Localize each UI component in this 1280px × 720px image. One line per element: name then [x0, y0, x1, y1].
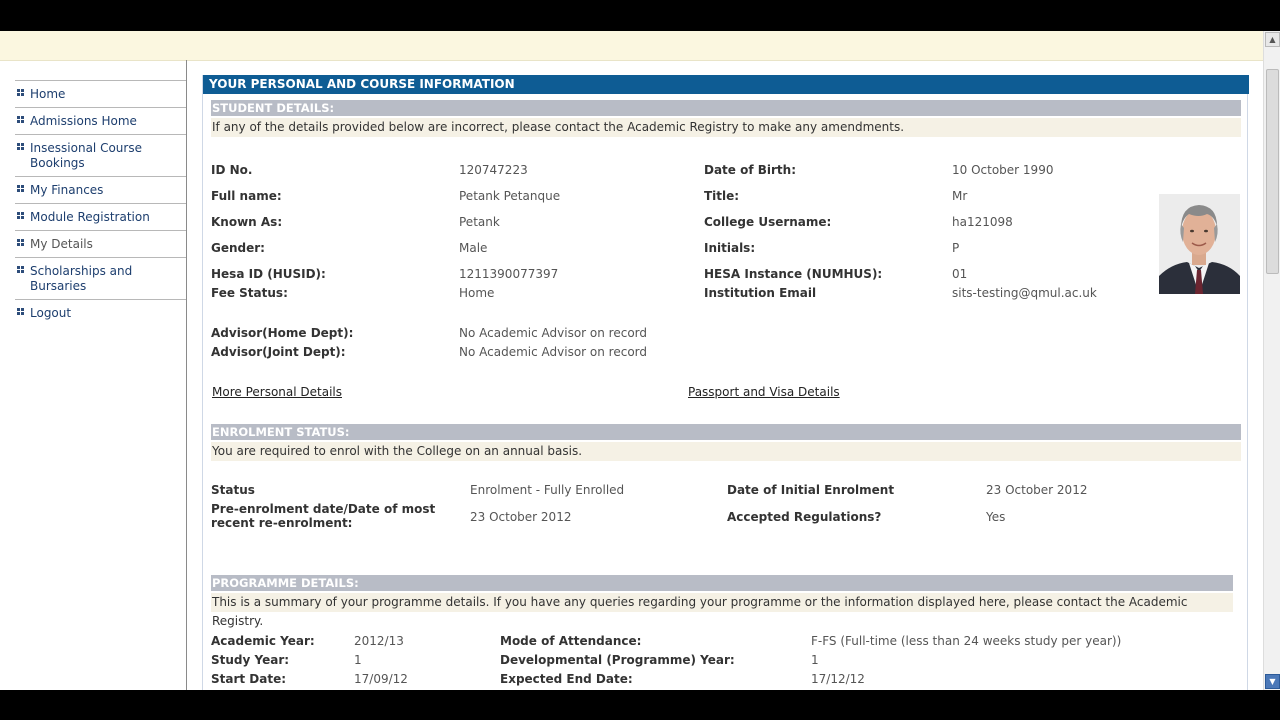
title-label: Title: — [704, 189, 740, 203]
accepted-regulations-label: Accepted Regulations? — [727, 510, 882, 524]
college-username-label: College Username: — [704, 215, 832, 229]
id-no-label: ID No. — [211, 163, 253, 177]
institution-email-value: sits-testing@qmul.ac.uk — [952, 286, 1097, 300]
enrolment-status-heading: ENROLMENT STATUS: — [211, 424, 1241, 440]
sidebar-item-insessional-course-bookings[interactable]: Insessional Course Bookings — [15, 134, 186, 176]
sidebar-link-home[interactable]: Home — [30, 87, 65, 101]
dob-label: Date of Birth: — [704, 163, 797, 177]
student-details-note: If any of the details provided below are… — [211, 118, 1241, 137]
status-value: Enrolment - Fully Enrolled — [470, 483, 625, 497]
initials-value: P — [952, 241, 960, 255]
pre-enrolment-label: Pre-enrolment date/Date of most recent r… — [211, 502, 436, 530]
grid-bullet-icon — [17, 143, 25, 151]
title-value: Mr — [952, 189, 968, 203]
study-year-value: 1 — [354, 653, 362, 667]
page-title: YOUR PERSONAL AND COURSE INFORMATION — [203, 75, 1249, 94]
passport-visa-details-link[interactable]: Passport and Visa Details — [688, 385, 840, 399]
accepted-regulations-value: Yes — [986, 510, 1006, 524]
fee-status-label: Fee Status: — [211, 286, 288, 300]
sidebar-link-my-finances[interactable]: My Finances — [30, 183, 103, 197]
advisor-joint-value: No Academic Advisor on record — [459, 345, 648, 359]
vertical-scrollbar[interactable]: ▲ ▼ — [1263, 31, 1280, 690]
college-username-value: ha121098 — [952, 215, 1013, 229]
scrollbar-thumb[interactable] — [1266, 69, 1279, 274]
start-date-value: 17/09/12 — [354, 672, 408, 686]
id-no-value: 120747223 — [459, 163, 528, 177]
gender-value: Male — [459, 241, 488, 255]
sidebar-item-home[interactable]: Home — [15, 80, 186, 107]
student-details-heading: STUDENT DETAILS: — [211, 100, 1241, 116]
initial-enrolment-value: 23 October 2012 — [986, 483, 1088, 497]
grid-bullet-icon — [17, 239, 25, 247]
grid-bullet-icon — [17, 308, 25, 316]
gender-label: Gender: — [211, 241, 265, 255]
pre-enrolment-value: 23 October 2012 — [470, 510, 572, 524]
sidebar-item-logout[interactable]: Logout — [15, 299, 186, 326]
initial-enrolment-label: Date of Initial Enrolment — [727, 483, 895, 497]
grid-bullet-icon — [17, 116, 25, 124]
husid-label: Hesa ID (HUSID): — [211, 267, 326, 281]
sidebar-link-admissions-home[interactable]: Admissions Home — [30, 114, 137, 128]
husid-value: 1211390077397 — [459, 267, 559, 281]
status-label: Status — [211, 483, 255, 497]
arrow-up-icon[interactable]: ▲ — [1265, 32, 1280, 47]
academic-year-value: 2012/13 — [354, 634, 404, 648]
advisor-joint-label: Advisor(Joint Dept): — [211, 345, 346, 359]
dob-value: 10 October 1990 — [952, 163, 1054, 177]
sidebar-link-logout[interactable]: Logout — [30, 306, 71, 320]
sidebar-link-insessional-course-bookings[interactable]: Insessional Course Bookings — [30, 141, 142, 170]
grid-bullet-icon — [17, 212, 25, 220]
top-banner — [0, 31, 1263, 61]
sidebar-item-my-details[interactable]: My Details — [15, 230, 186, 257]
start-date-label: Start Date: — [211, 672, 287, 686]
advisor-home-value: No Academic Advisor on record — [459, 326, 648, 340]
advisor-home-label: Advisor(Home Dept): — [211, 326, 354, 340]
arrow-down-icon[interactable]: ▼ — [1265, 674, 1280, 689]
full-name-label: Full name: — [211, 189, 282, 203]
sidebar-link-module-registration[interactable]: Module Registration — [30, 210, 150, 224]
grid-bullet-icon — [17, 89, 25, 97]
sidebar-item-scholarships-and-bursaries[interactable]: Scholarships and Bursaries — [15, 257, 186, 299]
developmental-year-value: 1 — [811, 653, 819, 667]
hesa-instance-value: 01 — [952, 267, 968, 281]
expected-end-date-label: Expected End Date: — [500, 672, 633, 686]
sidebar-nav: Home Admissions Home Insessional Course … — [15, 80, 186, 326]
fee-status-value: Home — [459, 286, 495, 300]
hesa-instance-label: HESA Instance (NUMHUS): — [704, 267, 883, 281]
sidebar-item-my-finances[interactable]: My Finances — [15, 176, 186, 203]
mode-of-attendance-label: Mode of Attendance: — [500, 634, 642, 648]
developmental-year-label: Developmental (Programme) Year: — [500, 653, 735, 667]
mode-of-attendance-value: F-FS (Full-time (less than 24 weeks stud… — [811, 634, 1122, 648]
academic-year-label: Academic Year: — [211, 634, 315, 648]
known-as-value: Petank — [459, 215, 500, 229]
enrolment-status-note: You are required to enrol with the Colle… — [211, 442, 1241, 461]
sidebar-divider — [186, 60, 187, 690]
expected-end-date-value: 17/12/12 — [811, 672, 865, 686]
sidebar-item-module-registration[interactable]: Module Registration — [15, 203, 186, 230]
main-panel: YOUR PERSONAL AND COURSE INFORMATION STU… — [202, 75, 1249, 690]
known-as-label: Known As: — [211, 215, 283, 229]
sidebar-item-admissions-home[interactable]: Admissions Home — [15, 107, 186, 134]
grid-bullet-icon — [17, 266, 25, 274]
programme-details-heading: PROGRAMME DETAILS: — [211, 575, 1233, 591]
institution-email-label: Institution Email — [704, 286, 817, 300]
programme-details-note: This is a summary of your programme deta… — [211, 593, 1233, 628]
sidebar-link-scholarships-and-bursaries[interactable]: Scholarships and Bursaries — [30, 264, 132, 293]
grid-bullet-icon — [17, 185, 25, 193]
more-personal-details-link[interactable]: More Personal Details — [212, 385, 342, 399]
full-name-value: Petank Petanque — [459, 189, 561, 203]
student-photo — [1159, 194, 1240, 294]
app-window: ▲ ▼ Home Admissions Home Insessional Cou… — [0, 31, 1280, 690]
study-year-label: Study Year: — [211, 653, 290, 667]
initials-label: Initials: — [704, 241, 756, 255]
sidebar-link-my-details[interactable]: My Details — [30, 237, 93, 251]
